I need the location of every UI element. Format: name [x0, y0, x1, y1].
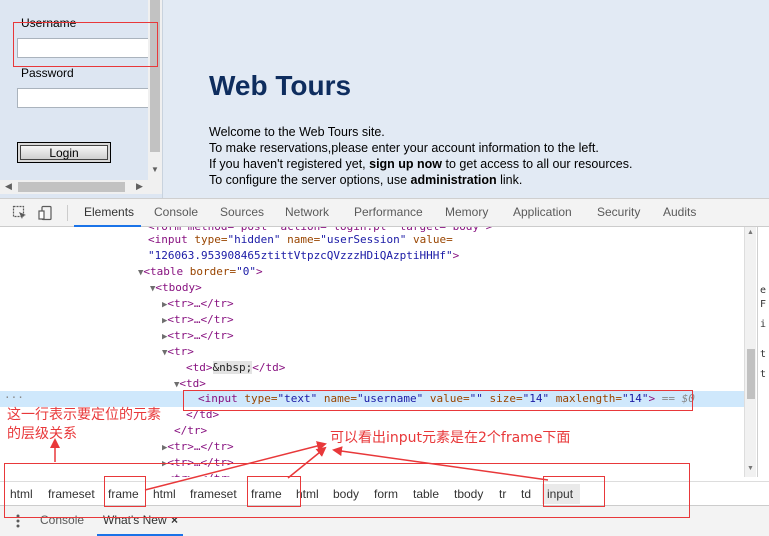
scroll-left-arrow-icon[interactable]: ◀	[5, 181, 12, 192]
tab-elements[interactable]: Elements	[84, 205, 134, 219]
tag: <tr>…</tr>	[167, 440, 234, 453]
selected-input-highlight-box	[183, 390, 693, 411]
code-line[interactable]: </tr>	[174, 423, 207, 439]
welcome-text: link.	[496, 173, 523, 187]
annotation-note: 可以看出input元素是在2个frame下面	[330, 430, 571, 446]
password-field[interactable]	[17, 88, 150, 108]
tag: <tr>…</tr>	[167, 313, 234, 326]
tag: >	[452, 249, 460, 262]
tab-audits[interactable]: Audits	[663, 205, 696, 219]
tab-performance[interactable]: Performance	[354, 205, 423, 219]
code-line[interactable]: "126063.953908465ztittVtpzcQVzzzHDiQAzpt…	[148, 248, 459, 264]
tag: <td>	[186, 361, 213, 374]
code-line[interactable]: ▼<tbody>	[150, 280, 202, 296]
code-line[interactable]: <input type="hidden" name="userSession" …	[148, 232, 453, 248]
scroll-down-arrow-icon[interactable]: ▼	[151, 165, 159, 174]
scrollbar-thumb[interactable]	[18, 182, 125, 192]
welcome-line: To make reservations,please enter your a…	[209, 141, 599, 155]
code-line[interactable]: ▶<tr>…</tr>	[162, 439, 234, 455]
tab-network[interactable]: Network	[285, 205, 329, 219]
code-line[interactable]: ▶<tr>…</tr>	[162, 296, 234, 312]
side-pane-text: i	[760, 319, 767, 330]
code-line[interactable]: ▶<tr>…</tr>	[162, 312, 234, 328]
tag: <td>	[179, 377, 206, 390]
tab-console[interactable]: Console	[154, 205, 198, 219]
attr-value: "userSession"	[320, 233, 407, 246]
tag: <tr>…</tr>	[167, 297, 234, 310]
welcome-text: to get access to all our resources.	[442, 157, 633, 171]
administration-link[interactable]: administration	[411, 173, 497, 187]
tab-memory[interactable]: Memory	[445, 205, 488, 219]
tab-sources[interactable]: Sources	[220, 205, 264, 219]
attr-value: "0"	[236, 265, 257, 278]
side-pane-text: t	[760, 349, 767, 360]
tab-application[interactable]: Application	[513, 205, 572, 219]
welcome-line: To configure the server options, use adm…	[209, 173, 522, 187]
scrollbar-thumb[interactable]	[747, 349, 755, 399]
side-pane-text: F	[760, 299, 767, 310]
attr-value: "hidden"	[227, 233, 281, 246]
code-line[interactable]: ▼<table border="0">	[138, 264, 263, 280]
elements-scrollbar[interactable]: ▲ ▼	[744, 227, 756, 477]
scroll-up-arrow-icon[interactable]: ▲	[747, 229, 754, 236]
tag: <tr>…</tr>	[167, 329, 234, 342]
tab-security[interactable]: Security	[597, 205, 640, 219]
first-frame-highlight-box	[104, 476, 146, 507]
attr-name: type=	[187, 233, 228, 246]
welcome-text: If you haven't registered yet,	[209, 157, 370, 171]
password-label: Password	[21, 66, 74, 80]
code-line[interactable]: ▼<tr>	[162, 344, 194, 360]
device-toggle-icon[interactable]	[38, 205, 54, 221]
login-button-label: Login	[20, 145, 108, 160]
tag: <tr>	[167, 345, 194, 358]
styles-side-pane: e F i t t	[757, 227, 769, 477]
input-crumb-highlight-box	[543, 476, 605, 507]
entity: &nbsp;	[212, 361, 253, 374]
annotation-note: 这一行表示要定位的元素	[7, 407, 161, 423]
code-line[interactable]: ▶<tr>…</tr>	[162, 328, 234, 344]
inspect-element-icon[interactable]	[12, 205, 28, 221]
login-frame-horizontal-scrollbar[interactable]: ◀ ▶	[0, 180, 162, 194]
side-pane-text: e	[760, 285, 767, 296]
attr-name: border=	[183, 265, 237, 278]
tag: >	[256, 265, 263, 278]
tag: <tbody>	[155, 281, 202, 294]
attr-name: name=	[280, 233, 321, 246]
devtools-tab-bar: Elements Console Sources Network Perform…	[0, 199, 769, 227]
second-frame-highlight-box	[247, 476, 301, 507]
code-line[interactable]: <td>&nbsp;</td>	[186, 360, 285, 376]
scroll-right-arrow-icon[interactable]: ▶	[136, 181, 143, 192]
side-pane-text: t	[760, 369, 767, 380]
attr-name: value=	[406, 233, 453, 246]
welcome-line: Welcome to the Web Tours site.	[209, 125, 385, 139]
scroll-down-arrow-icon[interactable]: ▼	[747, 465, 754, 472]
username-highlight-box	[13, 22, 158, 67]
toolbar-separator	[67, 205, 68, 221]
tag: <table	[143, 265, 184, 278]
tag: </td>	[252, 361, 286, 374]
tag: <input	[148, 233, 188, 246]
node-menu-dots-icon[interactable]: ...	[4, 387, 24, 403]
annotation-note: 的层级关系	[7, 426, 77, 442]
attr-value: "126063.953908465ztittVtpzcQVzzzHDiQAzpt…	[148, 249, 453, 262]
login-button[interactable]: Login	[17, 142, 111, 163]
welcome-line: If you haven't registered yet, sign up n…	[209, 157, 632, 171]
welcome-text: To configure the server options, use	[209, 173, 411, 187]
sign-up-link[interactable]: sign up now	[369, 157, 442, 171]
site-title: Web Tours	[209, 70, 352, 101]
